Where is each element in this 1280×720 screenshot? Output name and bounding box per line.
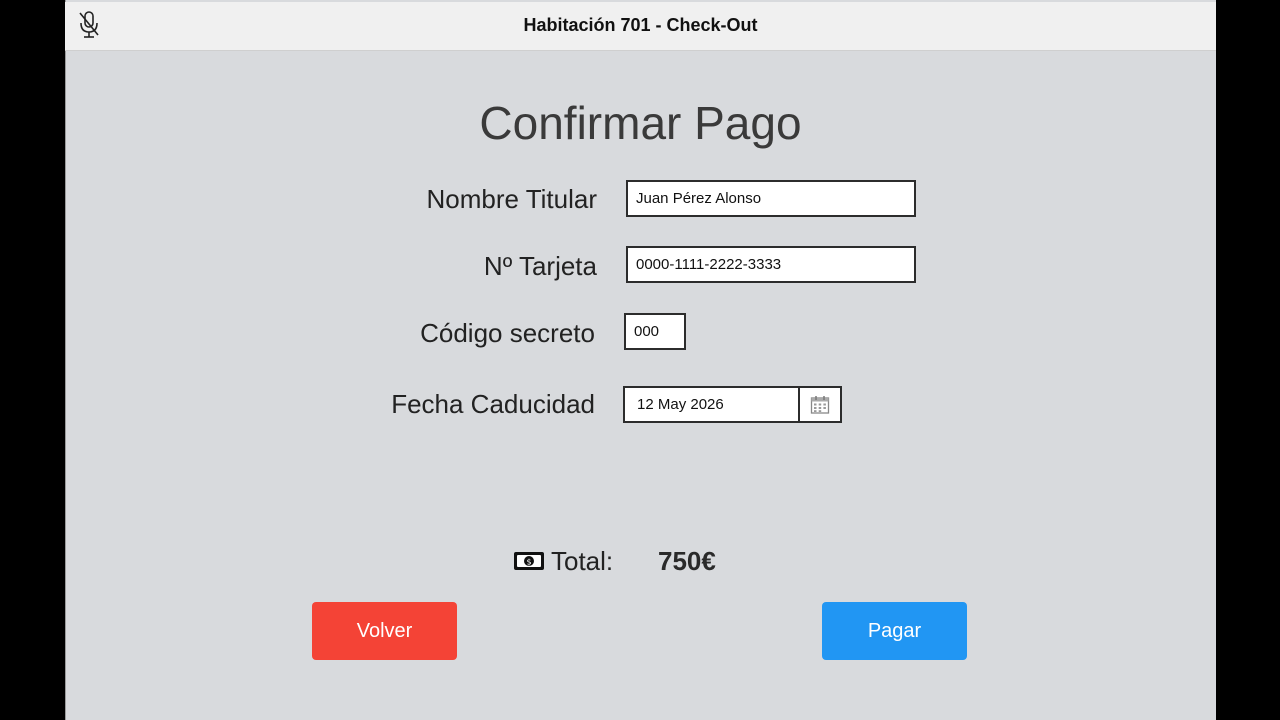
back-button[interactable]: Volver [312,602,457,660]
svg-text:$: $ [526,558,531,567]
cvv-label: Código secreto [420,318,595,348]
holder-name-field[interactable] [626,180,916,217]
expiry-date-field[interactable] [625,388,800,421]
card-label: Nº Tarjeta [483,251,597,281]
pay-button[interactable]: Pagar [822,602,967,660]
page-title: Confirmar Pago [479,97,802,149]
window-title: Habitación 701 - Check-Out [523,15,758,35]
expiry-date-picker [623,386,842,423]
expiry-label: Fecha Caducidad [391,389,595,419]
holder-label: Nombre Titular [426,184,598,214]
calendar-icon[interactable] [800,388,840,421]
total-amount: 750€ [658,546,716,576]
card-number-field[interactable] [626,246,916,283]
total-label: Total: [551,545,614,576]
title-bar: Habitación 701 - Check-Out [65,2,1216,51]
money-icon: $ [513,551,545,571]
checkout-window: Habitación 701 - Check-Out Confirmar Pag… [65,0,1216,720]
cvv-field[interactable] [624,313,686,350]
total-row: $ Total: [513,544,613,578]
